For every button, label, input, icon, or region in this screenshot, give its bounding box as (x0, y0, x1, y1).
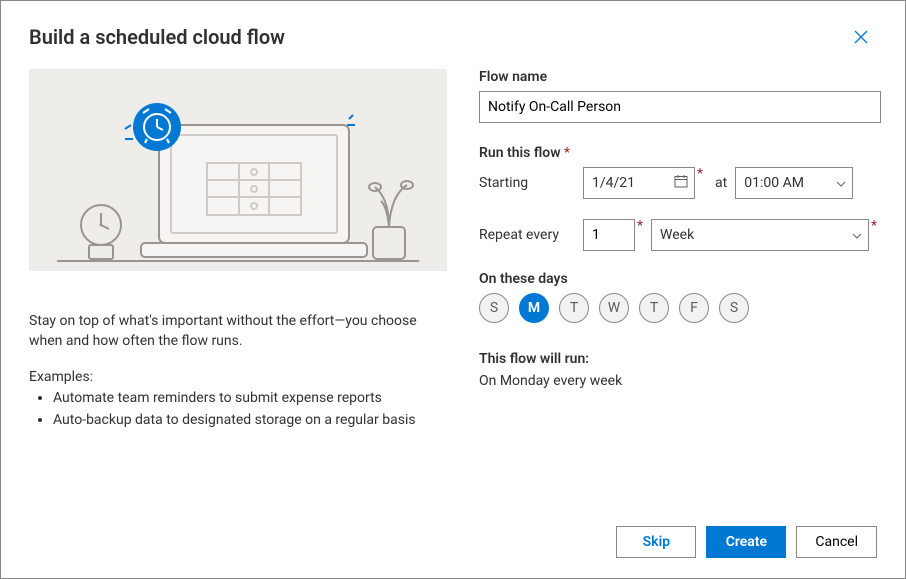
illustration (29, 69, 447, 271)
starting-label: Starting (479, 175, 583, 191)
cancel-button[interactable]: Cancel (796, 526, 877, 558)
skip-button[interactable]: Skip (616, 526, 696, 558)
example-item: Automate team reminders to submit expens… (53, 387, 447, 409)
day-toggle-1[interactable]: M (519, 293, 549, 323)
dialog-footer: Skip Create Cancel (1, 506, 905, 578)
day-toggle-5[interactable]: F (679, 293, 709, 323)
day-toggle-0[interactable]: S (479, 293, 509, 323)
at-label: at (715, 175, 727, 191)
day-toggle-6[interactable]: S (719, 293, 749, 323)
calendar-icon (674, 174, 688, 192)
start-date-value: 1/4/21 (592, 175, 635, 191)
day-toggle-4[interactable]: T (639, 293, 669, 323)
examples-heading: Examples: (29, 369, 447, 385)
example-item: Auto-backup data to designated storage o… (53, 409, 447, 431)
will-run-label: This flow will run: (479, 351, 881, 367)
start-date-picker[interactable]: 1/4/21 (583, 167, 695, 199)
close-icon (854, 30, 868, 44)
examples-list: Automate team reminders to submit expens… (29, 387, 447, 431)
chevron-down-icon (836, 177, 846, 190)
dialog-title: Build a scheduled cloud flow (29, 25, 845, 49)
close-button[interactable] (845, 21, 877, 53)
day-toggle-2[interactable]: T (559, 293, 589, 323)
dialog-header: Build a scheduled cloud flow (1, 1, 905, 61)
repeat-unit-value: Week (660, 227, 694, 243)
day-picker: SMTWTFS (479, 293, 881, 323)
description-text: Stay on top of what's important without … (29, 311, 447, 351)
repeat-unit-select[interactable]: Week (651, 219, 869, 251)
start-time-select[interactable]: 01:00 AM (735, 167, 853, 199)
day-toggle-3[interactable]: W (599, 293, 629, 323)
chevron-down-icon (852, 229, 862, 242)
scheduled-flow-dialog: Build a scheduled cloud flow (0, 0, 906, 579)
right-pane: Flow name Run this flow Starting 1/4/21 … (479, 69, 881, 506)
flow-name-input[interactable] (479, 91, 881, 123)
required-marker: * (695, 167, 707, 181)
repeat-every-label: Repeat every (479, 227, 583, 243)
create-button[interactable]: Create (706, 526, 786, 558)
run-this-flow-label: Run this flow (479, 145, 881, 161)
required-marker: * (635, 219, 647, 233)
repeat-interval-input[interactable] (583, 219, 635, 251)
dialog-body: Stay on top of what's important without … (1, 61, 905, 506)
flow-name-label: Flow name (479, 69, 881, 85)
left-pane: Stay on top of what's important without … (29, 69, 447, 506)
will-run-text: On Monday every week (479, 373, 881, 389)
required-marker: * (869, 219, 881, 233)
start-time-value: 01:00 AM (744, 175, 804, 191)
on-these-days-label: On these days (479, 271, 881, 287)
